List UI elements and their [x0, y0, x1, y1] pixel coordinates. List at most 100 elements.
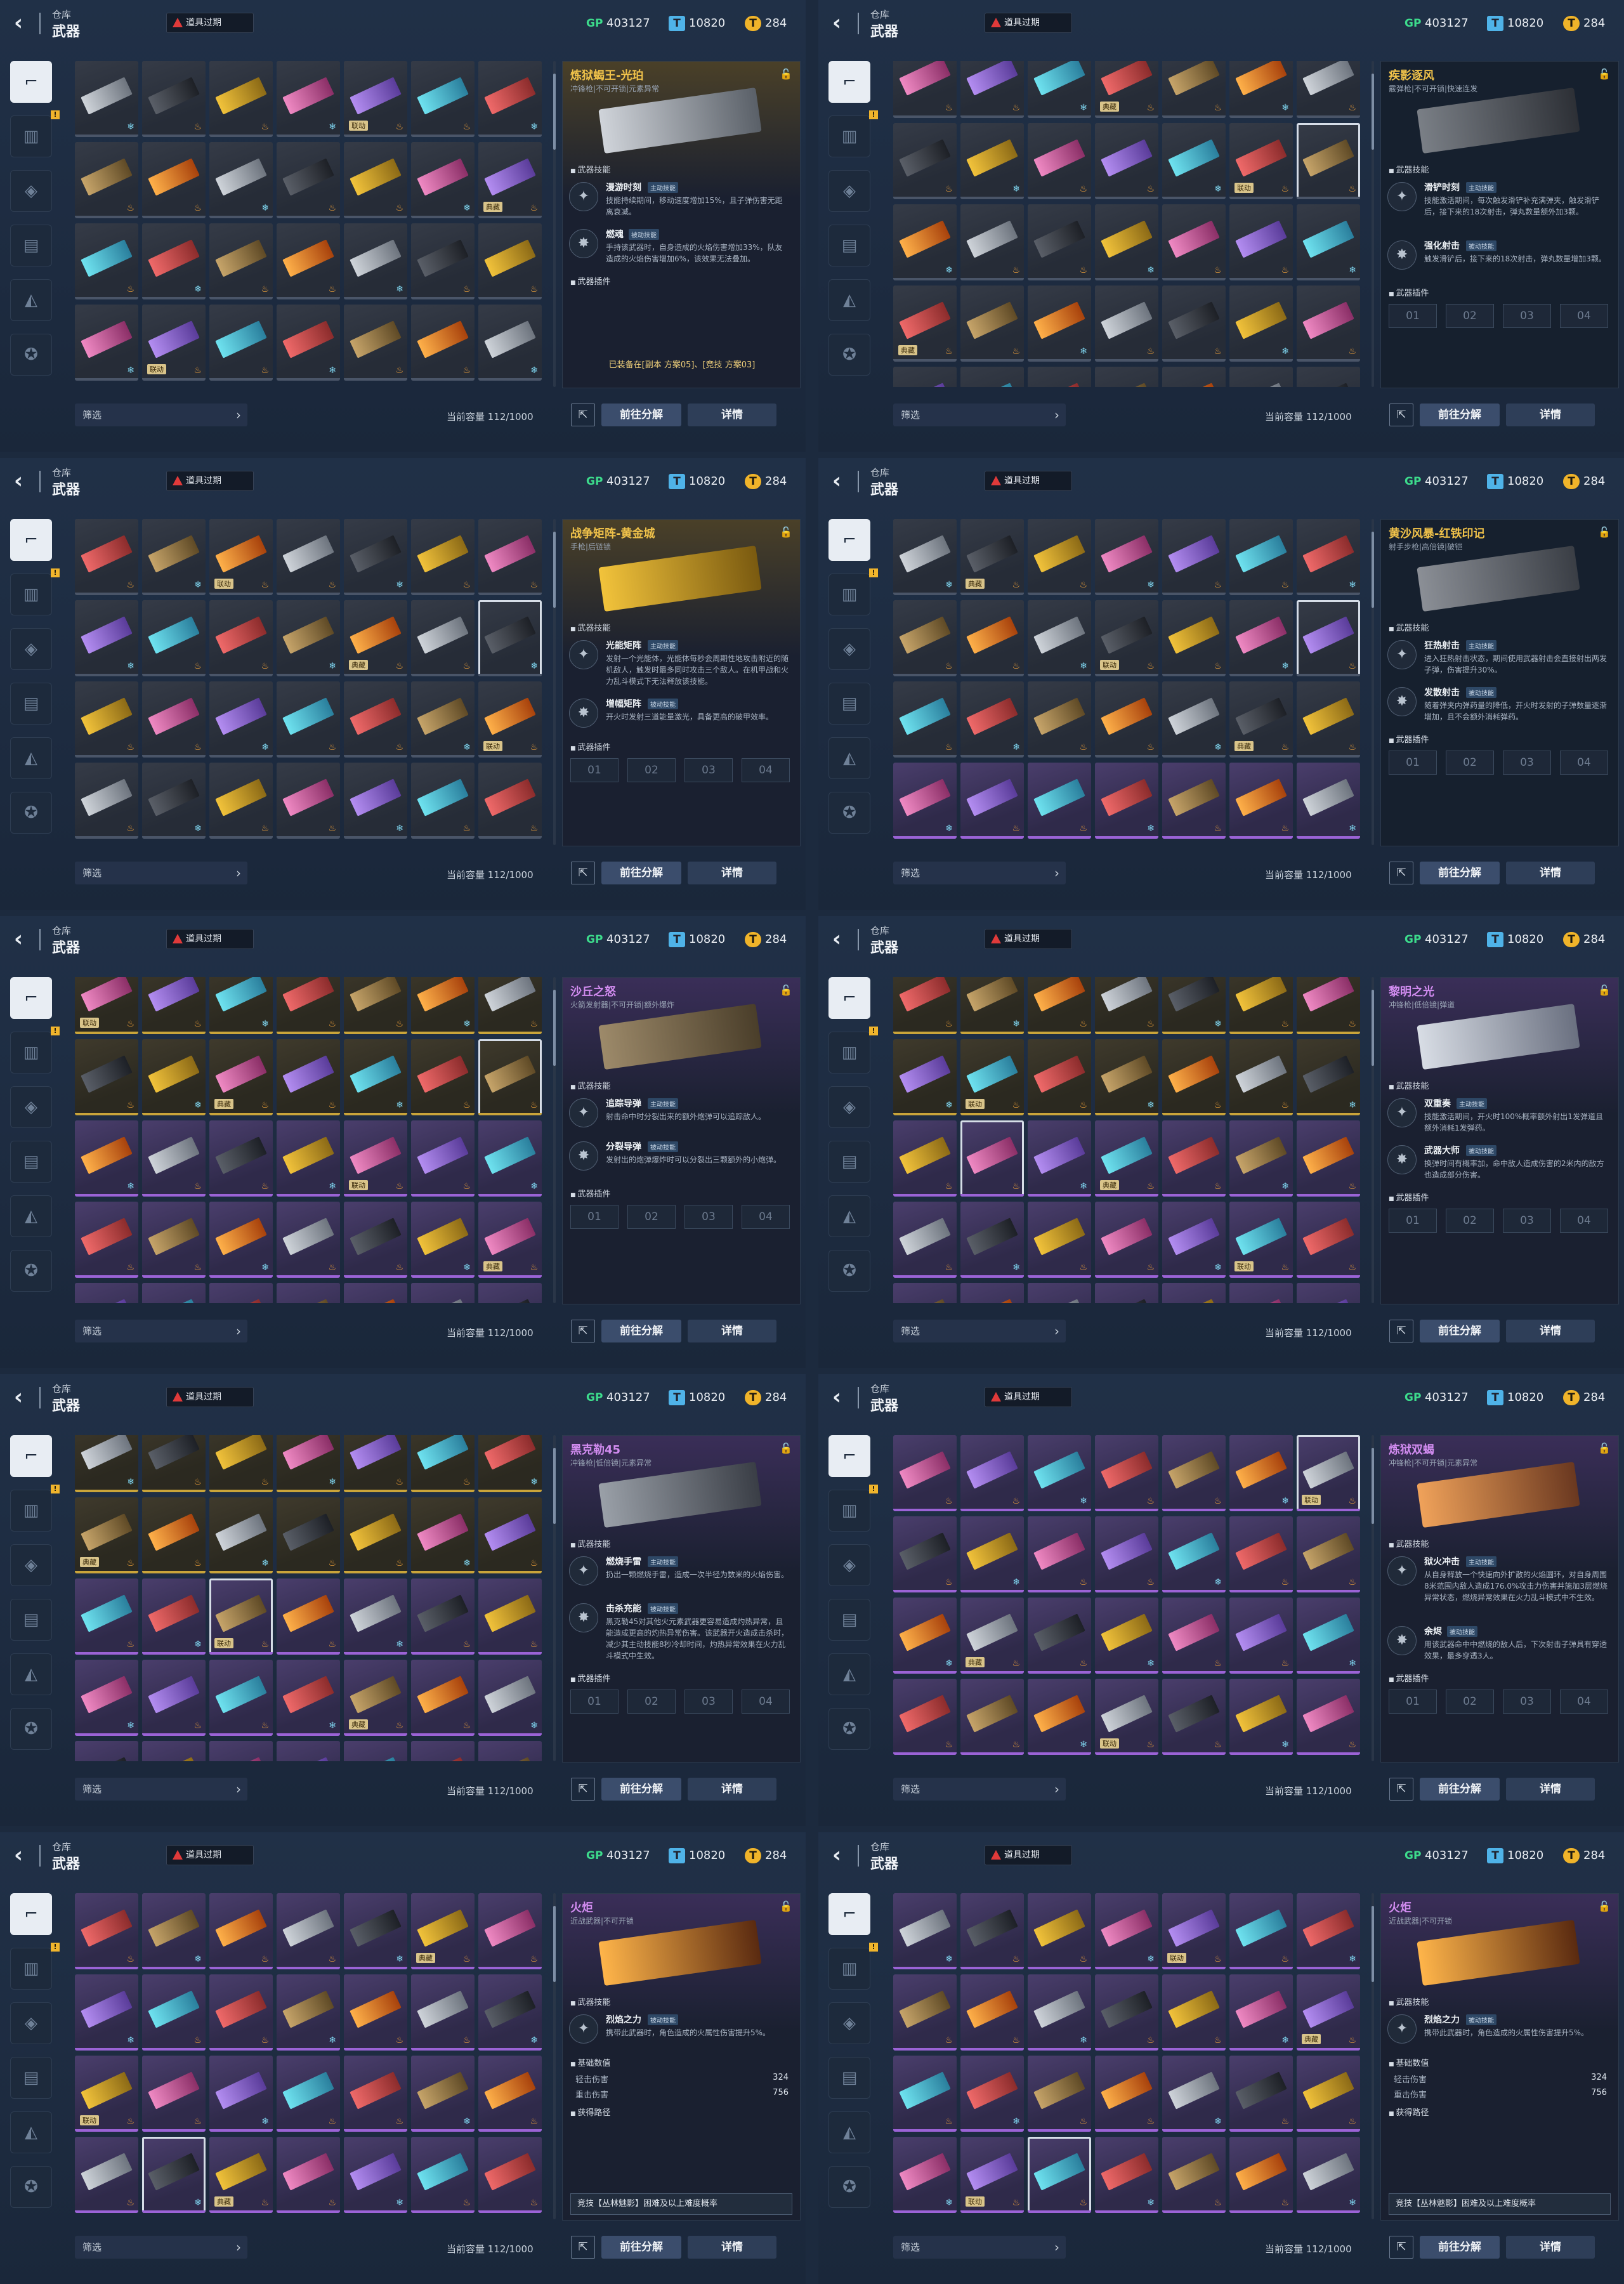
- weapon-card[interactable]: ♨: [1095, 1516, 1158, 1592]
- weapon-card[interactable]: ❄: [344, 519, 407, 595]
- plugin-slot[interactable]: 03: [684, 758, 733, 782]
- weapon-card[interactable]: ♨: [75, 1202, 138, 1278]
- grenade-icon[interactable]: ◈: [828, 1544, 870, 1586]
- weapon-card[interactable]: ♨: [478, 1497, 542, 1573]
- weapon-card[interactable]: ❄: [344, 1039, 407, 1115]
- export-icon[interactable]: ⇱: [1389, 1320, 1413, 1342]
- decompose-button[interactable]: 前往分解: [601, 2236, 681, 2259]
- weapon-card[interactable]: ❄: [960, 1202, 1024, 1278]
- export-icon[interactable]: ⇱: [571, 2236, 595, 2259]
- weapon-card[interactable]: ❄: [1028, 600, 1091, 676]
- vehicle-icon[interactable]: ▤: [828, 1141, 870, 1183]
- weapon-card[interactable]: ❄: [478, 1435, 542, 1492]
- weapon-card[interactable]: ❄: [893, 519, 957, 595]
- weapon-card[interactable]: ❄: [277, 1435, 340, 1492]
- weapon-card[interactable]: ♨: [1229, 977, 1293, 1034]
- weapon-card[interactable]: ♨ 典藏: [893, 286, 957, 362]
- pistol-icon[interactable]: ⌐: [828, 61, 870, 103]
- weapon-card[interactable]: ♨: [478, 519, 542, 595]
- weapon-card[interactable]: ❄: [411, 681, 475, 758]
- weapon-card[interactable]: ❄: [1028, 1974, 1091, 2051]
- weapon-card[interactable]: ♨: [411, 1283, 475, 1303]
- rank-icon[interactable]: ◭: [828, 737, 870, 779]
- weapon-card[interactable]: ♨: [277, 1578, 340, 1655]
- weapon-card[interactable]: ❄: [277, 305, 340, 381]
- vehicle-icon[interactable]: ▤: [828, 225, 870, 266]
- weapon-card[interactable]: ♨: [1028, 1516, 1091, 1592]
- weapon-card[interactable]: ♨: [411, 223, 475, 299]
- details-button[interactable]: 详情: [688, 2236, 776, 2259]
- source-route[interactable]: 竞技【丛林魅影】困难及以上难度概率: [570, 2193, 792, 2215]
- weapon-card[interactable]: ♨: [142, 142, 206, 218]
- back-arrow-icon[interactable]: ‹: [14, 926, 41, 952]
- weapon-card[interactable]: ❄: [142, 1578, 206, 1655]
- weapon-card[interactable]: ❄: [411, 1741, 475, 1761]
- weapon-card[interactable]: ❄: [478, 1120, 542, 1197]
- weapon-card[interactable]: ❄: [142, 1893, 206, 1969]
- weapon-card[interactable]: ♨: [75, 1283, 138, 1303]
- weapon-card[interactable]: ♨: [209, 223, 273, 299]
- lock-icon[interactable]: 🔓: [1598, 68, 1611, 80]
- grid-scrollbar[interactable]: [553, 61, 556, 387]
- weapon-card[interactable]: ♨: [411, 1660, 475, 1736]
- weapon-card[interactable]: ♨: [893, 1516, 957, 1592]
- weapon-card[interactable]: ♨: [142, 61, 206, 137]
- weapon-card[interactable]: ♨ 典藏: [75, 1497, 138, 1573]
- weapon-card[interactable]: ♨: [142, 681, 206, 758]
- plugin-slot[interactable]: 01: [570, 1205, 619, 1229]
- weapon-card[interactable]: ♨: [960, 1679, 1024, 1755]
- plugin-slot[interactable]: 01: [1389, 1209, 1437, 1233]
- pistol-icon[interactable]: ⌐: [828, 1435, 870, 1477]
- weapon-card[interactable]: ♨: [478, 763, 542, 839]
- weapon-card[interactable]: ♨: [344, 1974, 407, 2051]
- weapon-card[interactable]: ❄: [1162, 681, 1226, 758]
- grid-scrollbar[interactable]: [553, 1435, 556, 1761]
- weapon-card[interactable]: ♨: [478, 1039, 542, 1115]
- plugin-slot[interactable]: 01: [570, 1690, 619, 1714]
- plugin-slot[interactable]: 02: [1446, 1690, 1494, 1714]
- lock-icon[interactable]: 🔓: [780, 1442, 792, 1454]
- weapon-card[interactable]: ♨: [960, 204, 1024, 280]
- lock-icon[interactable]: 🔓: [1598, 526, 1611, 538]
- weapon-card[interactable]: ❄: [209, 142, 273, 218]
- weapon-card[interactable]: ♨: [277, 2137, 340, 2213]
- vehicle-icon[interactable]: ▤: [10, 225, 52, 266]
- export-icon[interactable]: ⇱: [1389, 862, 1413, 884]
- weapon-card[interactable]: ❄: [1297, 1283, 1360, 1303]
- grenade-icon[interactable]: ◈: [828, 1086, 870, 1128]
- weapon-card[interactable]: ♨ 典藏: [960, 1598, 1024, 1674]
- source-route[interactable]: 竞技【丛林魅影】困难及以上难度概率: [1389, 2193, 1611, 2215]
- weapon-card[interactable]: ♨: [1229, 1039, 1293, 1115]
- weapon-card[interactable]: ❄: [478, 600, 542, 676]
- weapon-card[interactable]: ♨: [1229, 1516, 1293, 1592]
- pistol-icon[interactable]: ⌐: [10, 1893, 52, 1935]
- weapon-card[interactable]: ❄: [1297, 1893, 1360, 1969]
- weapon-card[interactable]: ♨联动: [1095, 1679, 1158, 1755]
- weapon-card[interactable]: ❄: [344, 223, 407, 299]
- weapon-card[interactable]: ♨: [344, 1202, 407, 1278]
- weapon-card[interactable]: ♨: [75, 1039, 138, 1115]
- weapon-card[interactable]: ❄: [893, 1039, 957, 1115]
- scroll-thumb[interactable]: [553, 1448, 556, 1524]
- rank-icon[interactable]: ◭: [828, 2111, 870, 2153]
- grid-scrollbar[interactable]: [1372, 519, 1374, 845]
- weapon-card[interactable]: ♨: [142, 977, 206, 1034]
- weapon-card[interactable]: ♨: [344, 977, 407, 1034]
- expired-items-button[interactable]: 道具过期: [985, 1387, 1072, 1407]
- weapon-card[interactable]: ♨: [411, 61, 475, 137]
- weapon-card[interactable]: ♨联动: [75, 2056, 138, 2132]
- weapon-card[interactable]: ♨: [209, 61, 273, 137]
- weapon-card[interactable]: ❄: [75, 600, 138, 676]
- weapon-card[interactable]: ♨: [1028, 1202, 1091, 1278]
- weapon-card[interactable]: ❄: [75, 1120, 138, 1197]
- weapon-card[interactable]: ♨: [209, 763, 273, 839]
- weapon-card[interactable]: ♨: [75, 519, 138, 595]
- back-arrow-icon[interactable]: ‹: [832, 468, 859, 494]
- weapon-card[interactable]: ♨: [277, 519, 340, 595]
- plugin-slot[interactable]: 04: [1560, 751, 1608, 775]
- weapon-card[interactable]: ♨: [277, 1039, 340, 1115]
- weapon-card[interactable]: ♨: [893, 367, 957, 387]
- weapon-card[interactable]: ❄: [1095, 1893, 1158, 1969]
- export-icon[interactable]: ⇱: [571, 1778, 595, 1801]
- weapon-card[interactable]: ❄: [344, 1578, 407, 1655]
